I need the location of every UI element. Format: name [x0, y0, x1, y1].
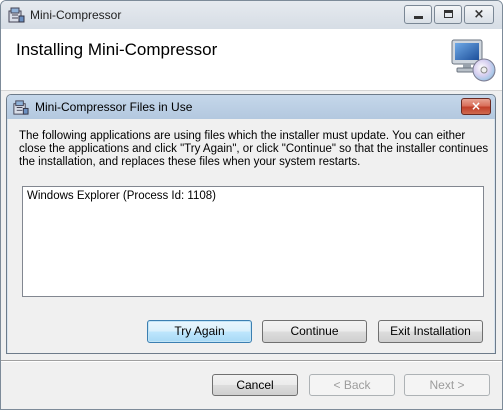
minimize-button[interactable] — [404, 5, 432, 24]
dialog-body: The following applications are using fil… — [8, 119, 494, 353]
installer-app-icon — [8, 7, 25, 23]
minimize-icon — [414, 16, 423, 19]
dialog-close-button[interactable]: × — [461, 98, 491, 115]
maximize-button[interactable] — [434, 5, 462, 24]
window-title: Mini-Compressor — [30, 8, 122, 22]
dialog-app-icon — [13, 100, 29, 115]
page-title: Installing Mini-Compressor — [16, 40, 218, 59]
files-in-use-dialog: Mini-Compressor Files in Use × The follo… — [6, 94, 496, 354]
maximize-icon — [444, 10, 453, 18]
exit-installation-button[interactable]: Exit Installation — [378, 320, 483, 343]
header-panel: Installing Mini-Compressor — [1, 29, 502, 91]
cancel-button[interactable]: Cancel — [212, 374, 298, 396]
list-item[interactable]: Windows Explorer (Process Id: 1108) — [27, 190, 216, 202]
close-button[interactable]: × — [464, 5, 494, 24]
process-list[interactable]: Windows Explorer (Process Id: 1108) — [22, 186, 484, 297]
dialog-title: Mini-Compressor Files in Use — [35, 100, 193, 114]
try-again-button[interactable]: Try Again — [147, 320, 252, 343]
dialog-message: The following applications are using fil… — [19, 130, 489, 168]
next-button[interactable]: Next > — [404, 374, 490, 396]
window-titlebar[interactable]: Mini-Compressor × — [1, 1, 502, 29]
dialog-titlebar[interactable]: Mini-Compressor Files in Use × — [7, 95, 495, 119]
continue-button[interactable]: Continue — [262, 320, 367, 343]
footer-separator — [1, 360, 502, 362]
close-icon: × — [470, 99, 482, 113]
computer-cd-icon — [451, 39, 496, 82]
back-button[interactable]: < Back — [309, 374, 395, 396]
close-icon: × — [473, 7, 485, 22]
